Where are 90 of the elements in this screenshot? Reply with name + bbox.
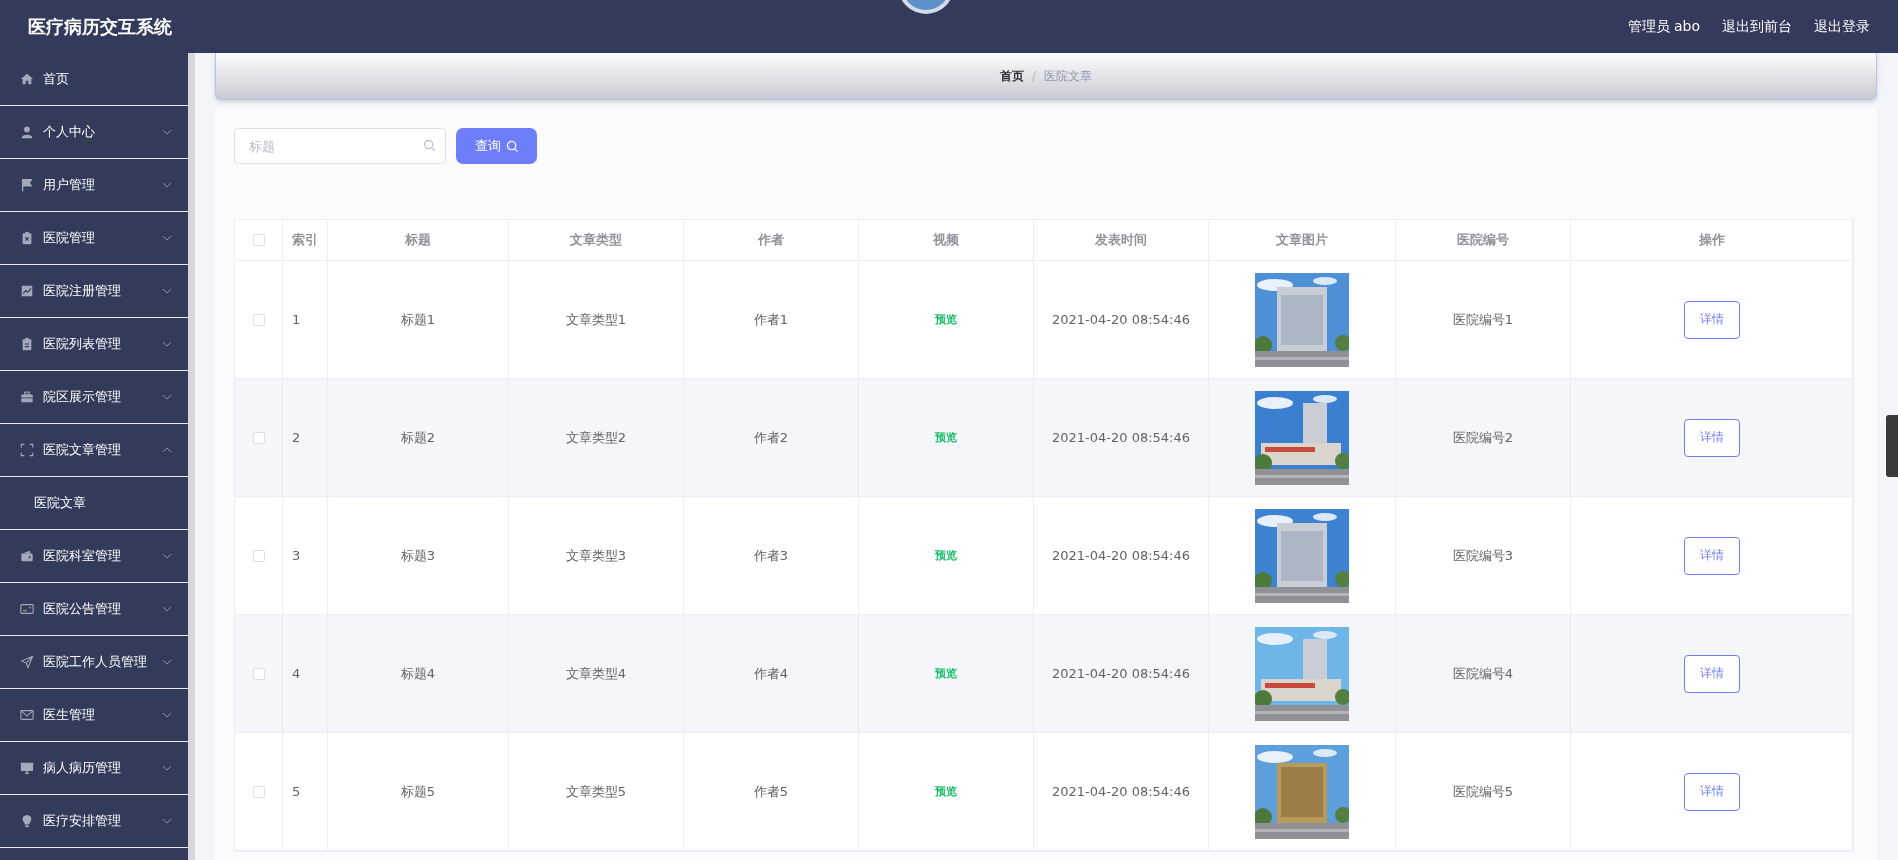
table-cell: 医院编号4 (1396, 615, 1571, 732)
column-header: 操作 (1571, 220, 1853, 260)
row-checkbox[interactable] (252, 785, 265, 798)
table-cell: 1 (283, 261, 328, 378)
menu-icon (20, 443, 34, 457)
menu-icon (20, 814, 34, 828)
chevron-icon (162, 180, 172, 190)
breadcrumb-item: 医院文章 (1044, 67, 1092, 85)
scrollbar[interactable] (188, 53, 195, 860)
column-header: 索引 (283, 220, 328, 260)
chevron-icon (162, 604, 172, 614)
menu-icon (20, 708, 34, 722)
menu-icon (20, 761, 34, 775)
row-checkbox[interactable] (252, 313, 265, 326)
column-header: 发表时间 (1034, 220, 1209, 260)
table-cell: 2021-04-20 08:54:46 (1034, 261, 1209, 378)
column-header: 医院编号 (1396, 220, 1571, 260)
menu-icon (20, 337, 34, 351)
details-button[interactable]: 详情 (1683, 772, 1740, 811)
chevron-icon (162, 551, 172, 561)
search-icon (423, 139, 436, 152)
details-button[interactable]: 详情 (1683, 418, 1740, 457)
chevron-icon (162, 445, 172, 455)
menu-icon (20, 284, 34, 298)
menu-icon (20, 231, 34, 245)
table-cell: 标题3 (328, 497, 509, 614)
table-cell: 文章类型3 (509, 497, 684, 614)
table-cell: 文章类型2 (509, 379, 684, 496)
table-cell: 2021-04-20 08:54:46 (1034, 497, 1209, 614)
search-field[interactable]: 标题 (234, 128, 446, 164)
table-cell: 作者4 (684, 615, 859, 732)
table-cell: 医院编号1 (1396, 261, 1571, 378)
table-cell: 文章类型5 (509, 733, 684, 850)
table-cell: 标题4 (328, 615, 509, 732)
table-cell: 标题2 (328, 379, 509, 496)
row-checkbox[interactable] (252, 431, 265, 444)
table-cell: 医院编号3 (1396, 497, 1571, 614)
select-all-checkbox[interactable] (252, 234, 265, 246)
table-cell: 作者1 (684, 261, 859, 378)
table-cell: 作者2 (684, 379, 859, 496)
breadcrumb-separator: / (1031, 69, 1036, 83)
table-cell: 5 (283, 733, 328, 850)
column-header: 视频 (859, 220, 1034, 260)
table-cell: 标题1 (328, 261, 509, 378)
table-cell: 文章类型1 (509, 261, 684, 378)
table-cell: 文章类型4 (509, 615, 684, 732)
chevron-icon (162, 392, 172, 402)
details-button[interactable]: 详情 (1683, 300, 1740, 339)
column-header: 文章类型 (509, 220, 684, 260)
menu-icon (20, 602, 34, 616)
menu-icon (20, 125, 34, 139)
table-cell: 标题5 (328, 733, 509, 850)
search-button[interactable]: 查询 (456, 128, 537, 164)
user-label: 管理员 abo (1627, 17, 1700, 36)
details-button[interactable]: 详情 (1683, 654, 1740, 693)
column-header: 文章图片 (1209, 220, 1396, 260)
details-button[interactable]: 详情 (1683, 536, 1740, 575)
table-cell: 作者5 (684, 733, 859, 850)
menu-icon (20, 655, 34, 669)
table-cell: 医院编号2 (1396, 379, 1571, 496)
chevron-icon (162, 710, 172, 720)
menu-icon (20, 390, 34, 404)
table-cell: 2021-04-20 08:54:46 (1034, 733, 1209, 850)
table-cell: 医院编号5 (1396, 733, 1571, 850)
table-cell: 2 (283, 379, 328, 496)
column-header: 作者 (684, 220, 859, 260)
row-checkbox[interactable] (252, 667, 265, 680)
header-link[interactable]: 退出到前台 (1722, 17, 1792, 36)
chevron-icon (162, 339, 172, 349)
row-checkbox[interactable] (252, 549, 265, 562)
search-icon (505, 139, 519, 153)
table-cell: 4 (283, 615, 328, 732)
column-header: 标题 (328, 220, 509, 260)
menu-icon (20, 178, 34, 192)
chevron-icon (162, 233, 172, 243)
table-cell: 作者3 (684, 497, 859, 614)
header-link[interactable]: 退出登录 (1814, 17, 1870, 36)
menu-icon (20, 72, 34, 86)
chevron-icon (162, 763, 172, 773)
chevron-icon (162, 286, 172, 296)
menu-icon (20, 549, 34, 563)
chevron-icon (162, 816, 172, 826)
breadcrumb-item[interactable]: 首页 (999, 67, 1024, 85)
side-tab[interactable] (1886, 415, 1898, 477)
table-cell: 3 (283, 497, 328, 614)
chevron-icon (162, 657, 172, 667)
table-cell: 2021-04-20 08:54:46 (1034, 615, 1209, 732)
table-cell: 2021-04-20 08:54:46 (1034, 379, 1209, 496)
app-title: 医疗病历交互系统 (28, 14, 172, 39)
chevron-icon (162, 127, 172, 137)
